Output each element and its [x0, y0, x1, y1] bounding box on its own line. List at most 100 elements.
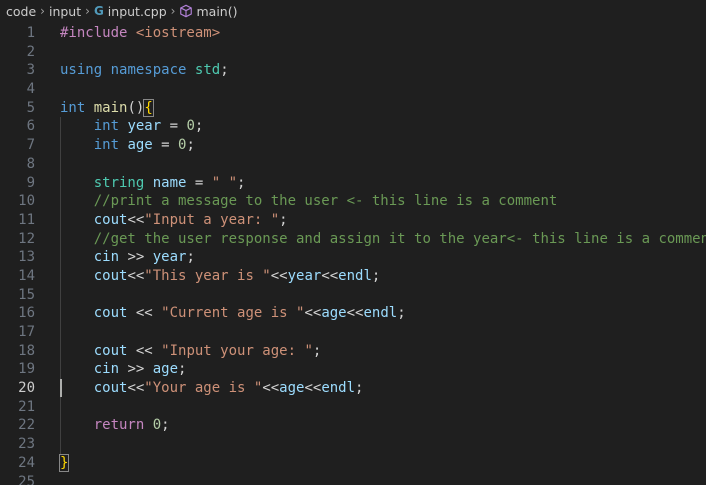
code-line[interactable]: 13 cin >> year;: [0, 248, 706, 267]
indent-guide: [60, 173, 61, 193]
line-number: 20: [18, 380, 35, 397]
text-cursor: [60, 379, 62, 398]
indent-guide: [60, 285, 61, 305]
variable-token: cout: [93, 211, 128, 228]
cpp-file-icon: G: [93, 4, 104, 18]
code-line[interactable]: 6 int year = 0;: [0, 117, 706, 137]
code-line[interactable]: 2: [0, 43, 706, 62]
line-number: 12: [18, 230, 35, 247]
variable-token: endl: [363, 305, 398, 322]
text-token: ;: [279, 211, 288, 228]
code-line[interactable]: 9 string name = " ";: [0, 173, 706, 193]
matched-bracket-token: {: [143, 98, 154, 117]
line-content: using namespace std;: [35, 61, 706, 80]
code-line[interactable]: 16 cout << "Current age is "<<age<<endl;: [0, 304, 706, 323]
text-token: <<: [304, 305, 322, 322]
code-line[interactable]: 14 cout<<"This year is "<<year<<endl;: [0, 266, 706, 286]
text-token: ;: [371, 267, 381, 284]
line-number: 14: [18, 267, 35, 284]
variable-token: cout: [93, 305, 128, 322]
indent-guide: [60, 266, 61, 286]
line-content: cout<<"Input a year: ";: [35, 210, 706, 230]
variable-token: endl: [338, 267, 372, 284]
line-content: #include <iostream>: [35, 24, 706, 43]
variable-token: year: [152, 249, 187, 266]
code-line[interactable]: 12 //get the user response and assign it…: [0, 229, 706, 249]
code-line[interactable]: 1 #include <iostream>: [0, 24, 706, 43]
variable-token: cin: [93, 249, 120, 266]
line-number: 1: [26, 25, 35, 41]
code-line[interactable]: 20 cout<<"Your age is "<<age<<endl;: [0, 379, 706, 398]
variable-token: age: [127, 137, 153, 154]
indent-guide: [60, 117, 61, 137]
breadcrumb-item-input[interactable]: input: [49, 4, 81, 19]
breadcrumb-item-file[interactable]: input.cpp: [108, 4, 167, 19]
text-token: =: [152, 137, 179, 154]
code-editor[interactable]: code › input › G input.cpp › main() 1 #in…: [0, 0, 706, 485]
text-token: ;: [355, 380, 364, 397]
variable-token: cout: [93, 267, 128, 284]
breadcrumb: code › input › G input.cpp › main(): [0, 0, 706, 22]
line-content: cout << "Current age is "<<age<<endl;: [35, 304, 706, 323]
variable-token: cout: [93, 380, 128, 397]
comment-token: //print a message to the user <- this li…: [93, 193, 558, 210]
code-area[interactable]: 1 #include <iostream> 2 3 using namespace st…: [0, 24, 706, 485]
string-token: " ": [211, 174, 238, 191]
line-number: 2: [26, 43, 35, 60]
line-content: cout<<"This year is "<<year<<endl;: [35, 266, 706, 286]
line-number: 16: [18, 305, 35, 322]
keyword-token: int: [93, 118, 120, 135]
variable-token: year: [127, 118, 162, 135]
keyword-token: int: [60, 99, 86, 116]
code-line[interactable]: 3 using namespace std;: [0, 61, 706, 80]
code-line[interactable]: 17: [0, 323, 706, 342]
text-token: ;: [194, 118, 204, 135]
line-content: [35, 473, 706, 485]
line-number: 7: [26, 137, 35, 154]
line-content: [35, 43, 706, 62]
code-line[interactable]: 25: [0, 473, 706, 485]
indent-guide: [60, 435, 61, 454]
line-content: //get the user response and assign it to…: [35, 229, 706, 249]
indent-guide: [60, 136, 61, 155]
text-token: ;: [186, 249, 195, 266]
line-content: [35, 154, 706, 174]
code-line[interactable]: 21: [0, 397, 706, 417]
text-token: (): [127, 99, 145, 116]
code-line[interactable]: 24}: [0, 453, 706, 473]
line-content: [35, 435, 706, 454]
code-line[interactable]: 7 int age = 0;: [0, 136, 706, 155]
code-line[interactable]: 4: [0, 80, 706, 99]
variable-token: age: [152, 361, 179, 378]
code-line[interactable]: 8: [0, 154, 706, 174]
method-cube-icon: [180, 4, 193, 18]
variable-token: age: [279, 380, 305, 397]
breadcrumb-item-symbol[interactable]: main(): [196, 4, 237, 19]
code-line[interactable]: 23: [0, 435, 706, 454]
code-line[interactable]: 18 cout << "Input your age: ";: [0, 341, 706, 361]
code-line[interactable]: 11 cout<<"Input a year: ";: [0, 210, 706, 230]
code-line[interactable]: 19 cin >> age;: [0, 360, 706, 380]
indent-guide: [60, 397, 61, 417]
indent-guide: [60, 416, 61, 436]
breadcrumb-item-code[interactable]: code: [6, 4, 36, 19]
code-line[interactable]: 10 //print a message to the user <- this…: [0, 192, 706, 211]
line-number: 10: [18, 193, 35, 210]
text-token: ;: [312, 342, 322, 359]
line-content: [35, 285, 706, 305]
line-content: cin >> age;: [35, 360, 706, 380]
code-line[interactable]: 5 int main(){: [0, 98, 706, 118]
text-token: <<: [127, 305, 162, 322]
line-content: int age = 0;: [35, 136, 706, 155]
line-number: 23: [18, 436, 35, 453]
code-line[interactable]: 22 return 0;: [0, 416, 706, 436]
keyword-token: using: [60, 62, 103, 79]
code-line[interactable]: 15: [0, 285, 706, 305]
